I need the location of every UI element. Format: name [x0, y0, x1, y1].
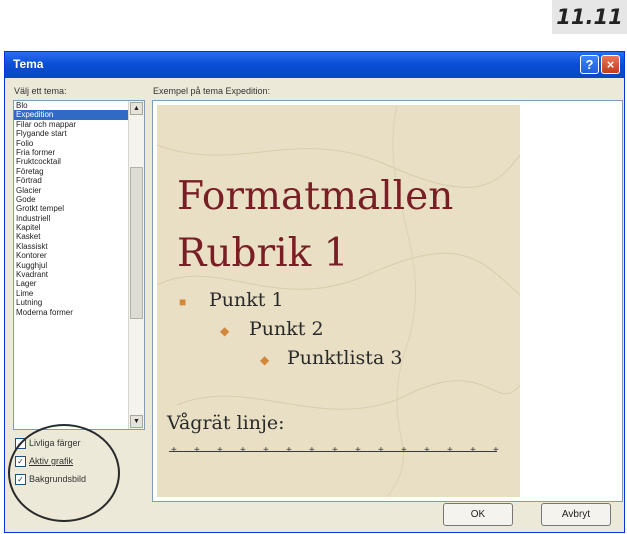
theme-listbox[interactable]: Blo Expedition Filar och mappar Flygande st… [13, 100, 145, 430]
rule-tick-icon: + [355, 445, 361, 456]
close-icon: × [606, 57, 615, 72]
theme-list-item[interactable]: Filar och mappar [14, 120, 130, 129]
title-bar: Tema ? × [5, 52, 624, 78]
theme-list-item[interactable]: Expedition [14, 110, 130, 120]
rule-tick-icon: + [217, 445, 223, 456]
dialog-title: Tema [13, 57, 44, 71]
theme-preview: Formatmallen Rubrik 1 ■ Punkt 1 ◆ Punkt … [157, 105, 520, 497]
scroll-up-icon[interactable]: ▲ [130, 102, 143, 115]
preview-bullet1: Punkt 1 [209, 289, 284, 311]
cancel-button[interactable]: Avbryt [541, 503, 611, 526]
bullet-square-icon: ■ [179, 295, 187, 309]
rule-tick-icon: + [378, 445, 384, 456]
rule-tick-icon: + [424, 445, 430, 456]
preview-heading-line2: Rubrik 1 [177, 231, 349, 276]
rule-tick-icon: + [470, 445, 476, 456]
theme-list-item[interactable]: Lager [14, 279, 130, 288]
theme-dialog: Tema ? × Välj ett tema: Exempel på tema … [4, 51, 625, 533]
ok-button[interactable]: OK [443, 503, 513, 526]
preview-bullet2: Punkt 2 [249, 318, 324, 340]
preview-heading: Formatmallen Rubrik 1 [177, 168, 453, 282]
theme-list-item[interactable]: Fria former [14, 148, 130, 157]
rule-tick-icon: + [332, 445, 338, 456]
rule-tick-icon: + [171, 445, 177, 456]
help-button[interactable]: ? [580, 55, 599, 74]
theme-list-item[interactable]: Fruktcocktail [14, 157, 130, 166]
figure-number: 11.11 [552, 0, 627, 34]
theme-list-item[interactable]: Kvadrant [14, 270, 130, 279]
theme-list-item[interactable]: Klassiskt [14, 242, 130, 251]
rule-tick-icon: + [493, 445, 499, 456]
preview-bullet3: Punktlista 3 [287, 347, 403, 369]
rule-tick-icon: + [194, 445, 200, 456]
theme-list-items: Blo Expedition Filar och mappar Flygande st… [14, 101, 130, 317]
theme-list-item[interactable]: Moderna former [14, 308, 130, 317]
theme-list-item[interactable]: Industriell [14, 214, 130, 223]
bullet-diamond-icon: ◆ [220, 324, 230, 338]
theme-list-item[interactable]: Grotkt tempel [14, 204, 130, 213]
rule-tick-icon: + [286, 445, 292, 456]
theme-list-item[interactable]: Kasket [14, 232, 130, 241]
rule-tick-icon: + [263, 445, 269, 456]
rule-tick-icon: + [447, 445, 453, 456]
bullet-diamond-small-icon: ◆ [260, 353, 270, 367]
rule-tick-icon: + [309, 445, 315, 456]
preview-frame: Formatmallen Rubrik 1 ■ Punkt 1 ◆ Punkt … [152, 100, 623, 502]
close-button[interactable]: × [601, 55, 620, 74]
scroll-thumb[interactable] [130, 167, 143, 319]
theme-list-item[interactable]: Kapitel [14, 223, 130, 232]
preview-label: Exempel på tema Expedition: [153, 86, 271, 96]
theme-list-item[interactable]: Kontorer [14, 251, 130, 260]
theme-list-item[interactable]: Flygande start [14, 129, 130, 138]
rule-tick-icon: + [240, 445, 246, 456]
preview-heading-line1: Formatmallen [177, 174, 454, 219]
theme-list-item[interactable]: Företag [14, 167, 130, 176]
theme-list-item[interactable]: Lutning [14, 298, 130, 307]
highlight-circle [8, 424, 120, 522]
help-icon: ? [585, 57, 594, 72]
scroll-down-icon[interactable]: ▼ [130, 415, 143, 428]
theme-list-item[interactable]: Folio [14, 139, 130, 148]
preview-rule-label: Vågrät linje: [167, 412, 285, 434]
theme-list-item[interactable]: Lime [14, 289, 130, 298]
theme-list-item[interactable]: Förtrad [14, 176, 130, 185]
theme-list-scrollbar[interactable]: ▲ ▼ [128, 101, 144, 429]
theme-list-item[interactable]: Kugghjul [14, 261, 130, 270]
theme-list-item[interactable]: Gode [14, 195, 130, 204]
theme-list-item[interactable]: Glacier [14, 186, 130, 195]
rule-tick-icon: + [401, 445, 407, 456]
theme-list-item[interactable]: Blo [14, 101, 130, 110]
theme-list-label: Välj ett tema: [14, 86, 67, 96]
